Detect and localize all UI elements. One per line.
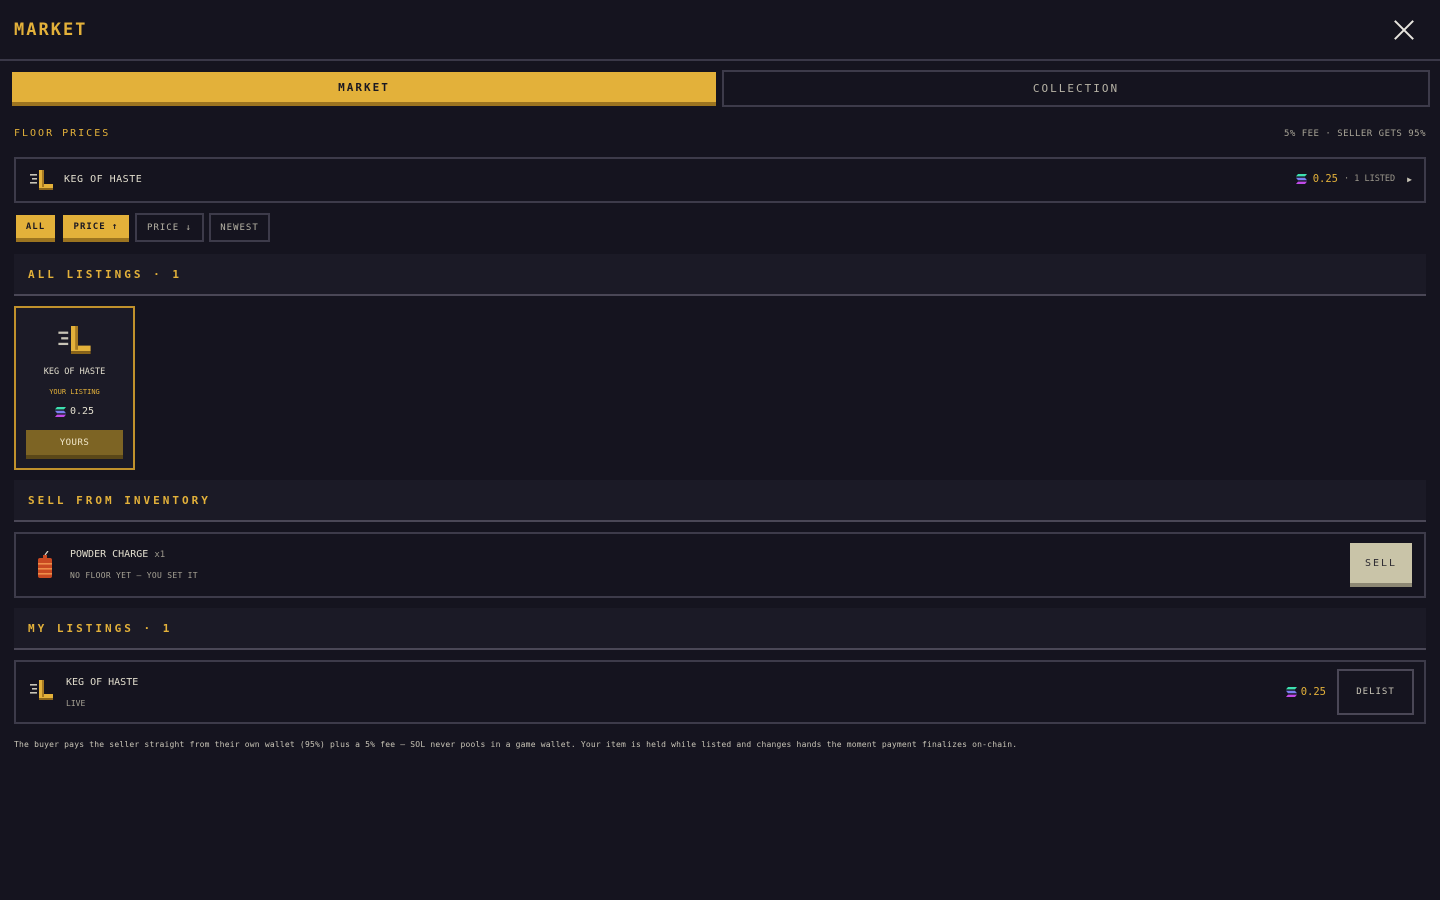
my-listing-row: KEG OF HASTE LIVE 0.25 DELIST [14,660,1426,724]
page-title: MARKET [14,20,88,40]
all-listings-heading: ALL LISTINGS · 1 [28,268,182,281]
yours-button[interactable]: YOURS [26,430,123,459]
card-item-name: KEG OF HASTE [43,367,106,377]
sol-icon [1295,174,1307,184]
card-sub: YOUR LISTING [49,388,100,396]
keg-of-haste-icon [58,326,91,354]
tab-collection[interactable]: COLLECTION [722,70,1430,107]
my-listings-header: MY LISTINGS · 1 [14,608,1426,650]
inventory-item-name: POWDER CHARGE [70,549,149,560]
my-listing-name: KEG OF HASTE [66,677,139,688]
fee-note: 5% FEE · SELLER GETS 95% [1283,129,1426,139]
floor-price-value: 0.25 [1312,173,1338,185]
filter-price-desc[interactable]: PRICE ↓ [135,213,204,242]
sell-inventory-header: SELL FROM INVENTORY [14,480,1426,522]
filter-all[interactable]: ALL [16,215,55,242]
keg-of-haste-icon [30,680,53,700]
my-listing-status: LIVE [66,699,86,708]
sell-button[interactable]: SELL [1350,543,1412,587]
powder-charge-icon [38,551,52,578]
inventory-item-qty: x1 [154,550,166,560]
card-price: 0.25 [69,406,95,417]
all-listings-header: ALL LISTINGS · 1 [14,254,1426,296]
tab-market[interactable]: MARKET [12,72,716,106]
filter-newest[interactable]: NEWEST [209,213,270,242]
keg-of-haste-icon [30,170,53,190]
my-listing-price: 0.25 [1300,686,1326,698]
expand-arrow-icon[interactable]: ▶ [1407,175,1412,184]
my-listings-heading: MY LISTINGS · 1 [28,622,173,635]
listing-card[interactable]: KEG OF HASTE YOUR LISTING 0.25 YOURS [14,306,135,470]
sol-icon [1285,687,1297,697]
delist-button[interactable]: DELIST [1337,669,1414,715]
sell-inventory-heading: SELL FROM INVENTORY [28,494,211,507]
filter-price-asc[interactable]: PRICE ↑ [63,215,129,242]
floor-price-row[interactable]: KEG OF HASTE 0.25 · 1 LISTED ▶ [14,157,1426,203]
modal-header [0,0,1440,61]
close-icon[interactable] [1392,18,1416,42]
floor-prices-label: FLOOR PRICES [14,128,111,139]
floor-listed-count: · 1 LISTED [1343,174,1396,184]
sol-icon [54,406,66,417]
floor-item-name: KEG OF HASTE [64,174,143,185]
inventory-item-sub: NO FLOOR YET — YOU SET IT [70,571,198,580]
inventory-row: POWDER CHARGE x1 NO FLOOR YET — YOU SET … [14,532,1426,598]
footnote: The buyer pays the seller straight from … [14,740,1018,749]
